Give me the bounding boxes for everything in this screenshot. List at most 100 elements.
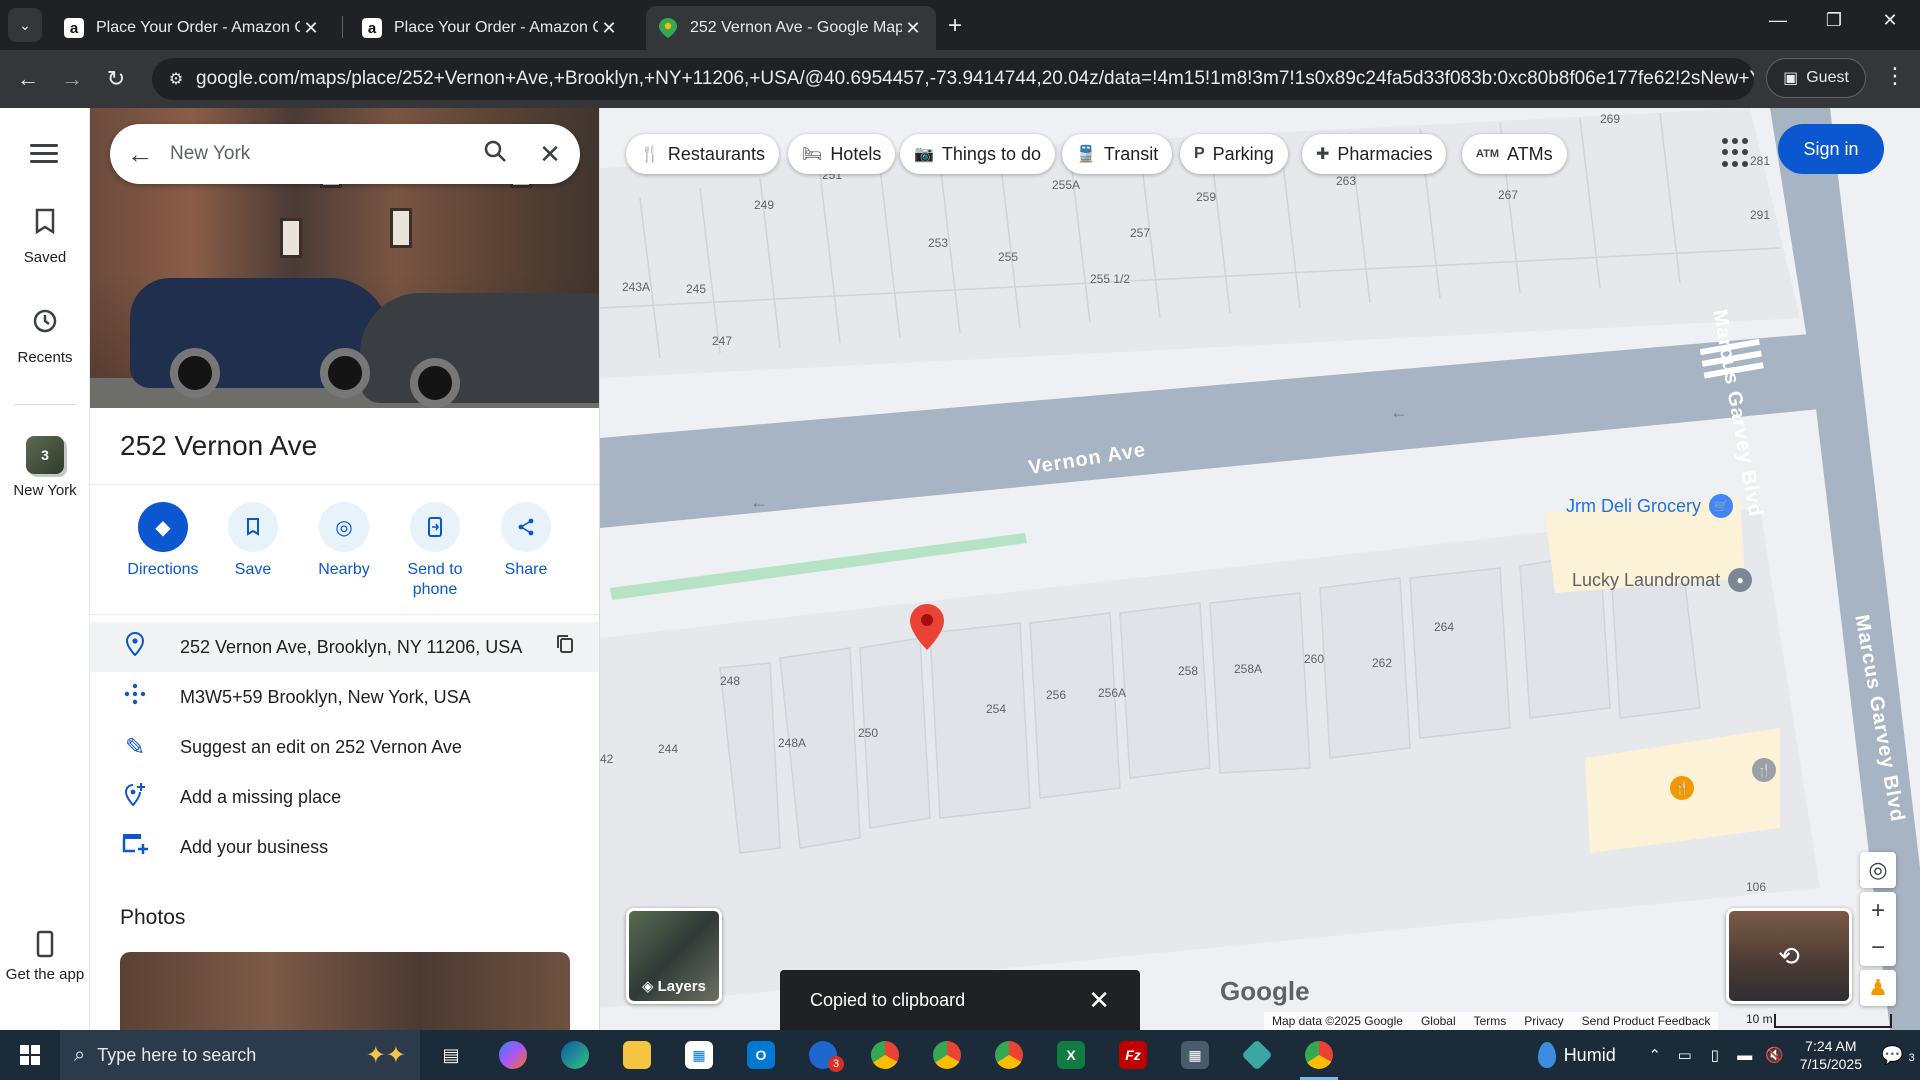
outlook-app[interactable]: O	[730, 1030, 792, 1080]
place-marker-pin[interactable]	[910, 604, 944, 650]
poi-jrm-deli-grocery[interactable]: Jrm Deli Grocery 🛒	[1566, 494, 1734, 518]
rail-item-get-app[interactable]: Get the app	[0, 930, 90, 984]
chip-atms[interactable]: ATM ATMs	[1462, 134, 1567, 174]
poi-restaurant-gray[interactable]: 🍴	[1752, 758, 1776, 782]
terms-link[interactable]: Terms	[1474, 1014, 1507, 1028]
plus-code-row[interactable]: M3W5+59 Brooklyn, New York, USA	[90, 672, 599, 722]
rail-item-saved[interactable]: Saved	[0, 208, 90, 266]
layers-button[interactable]: ◈ Layers	[626, 908, 722, 1004]
privacy-link[interactable]: Privacy	[1524, 1014, 1563, 1028]
search-input[interactable]	[170, 143, 470, 165]
profile-button[interactable]: ▣ Guest	[1766, 58, 1866, 98]
tab-search-button[interactable]: ⌄	[8, 8, 42, 42]
copy-icon[interactable]	[530, 634, 599, 660]
send-to-phone-button[interactable]: Send to phone	[390, 502, 480, 600]
chip-parking[interactable]: P Parking	[1180, 134, 1288, 174]
street-view-thumbnail[interactable]: ⟲	[1726, 908, 1852, 1004]
scale-label[interactable]: 10 m	[1746, 1012, 1773, 1026]
browser-tab-amazon-2[interactable]: a Place Your Order - Amazon Checkout ✕	[350, 6, 632, 50]
url-text[interactable]: google.com/maps/place/252+Vernon+Ave,+Br…	[196, 68, 1754, 90]
suggest-edit-row[interactable]: ✎ Suggest an edit on 252 Vernon Ave	[90, 722, 599, 772]
rail-item-recent-place[interactable]: 3 New York	[0, 436, 90, 499]
address-bar[interactable]: ⚙ google.com/maps/place/252+Vernon+Ave,+…	[152, 58, 1754, 100]
device-icon[interactable]: ▯	[1700, 1046, 1730, 1064]
sign-in-button[interactable]: Sign in	[1778, 124, 1884, 174]
start-button[interactable]	[0, 1030, 60, 1080]
filezilla-app[interactable]: Fz	[1102, 1030, 1164, 1080]
taskbar-search-box[interactable]: ⌕ Type here to search ✦✦	[60, 1030, 420, 1080]
my-location-button[interactable]: ◎	[1860, 852, 1896, 888]
map-canvas[interactable]: ← ← Vernon Ave Marcus Garvey Blvd Marcus…	[600, 108, 1920, 1030]
generic-app[interactable]	[1226, 1030, 1288, 1080]
forward-button[interactable]: →	[56, 63, 88, 95]
back-arrow-icon[interactable]: ←	[110, 139, 170, 170]
zoom-out-button[interactable]: −	[1860, 929, 1896, 966]
poi-restaurant[interactable]: 🍴	[1670, 776, 1694, 800]
google-apps-icon[interactable]	[1722, 138, 1752, 168]
chrome-active-app[interactable]	[1288, 1030, 1350, 1080]
close-tab-icon[interactable]: ✕	[598, 18, 620, 39]
global-link[interactable]: Global	[1421, 1014, 1456, 1028]
clock[interactable]: 7:24 AM 7/15/2025	[1800, 1037, 1862, 1073]
nearby-icon: ◎	[319, 502, 369, 552]
calculator-app[interactable]: ▦	[1164, 1030, 1226, 1080]
pegman-button[interactable]: ♟	[1860, 970, 1896, 1006]
close-tab-icon[interactable]: ✕	[902, 18, 924, 39]
chip-transit[interactable]: 🚆 Transit	[1062, 134, 1173, 174]
chrome-profile-2[interactable]	[916, 1030, 978, 1080]
search-box: ← ✕	[110, 124, 580, 184]
close-icon[interactable]: ✕	[1088, 985, 1110, 1016]
house-number: 256A	[1098, 686, 1127, 700]
add-business-row[interactable]: Add your business	[90, 822, 599, 872]
close-icon[interactable]: ✕	[520, 139, 580, 170]
address-row[interactable]: 252 Vernon Ave, Brooklyn, NY 11206, USA	[90, 622, 599, 672]
chrome-icon	[933, 1041, 961, 1069]
bed-icon: 🛏	[802, 146, 823, 163]
directions-button[interactable]: ◆ Directions	[118, 502, 208, 580]
close-window-button[interactable]: ✕	[1870, 10, 1910, 38]
chevron-up-icon[interactable]: ⌃	[1640, 1046, 1670, 1064]
feedback-link[interactable]: Send Product Feedback	[1582, 1014, 1711, 1028]
chip-things-to-do[interactable]: 📷 Things to do	[900, 134, 1055, 174]
file-explorer-app[interactable]	[606, 1030, 668, 1080]
rail-item-recents[interactable]: Recents	[0, 308, 90, 366]
poi-lucky-laundromat[interactable]: Lucky Laundromat ●	[1572, 568, 1753, 592]
battery-icon[interactable]: ▬	[1730, 1047, 1760, 1064]
copilot-app[interactable]	[482, 1030, 544, 1080]
close-tab-icon[interactable]: ✕	[300, 18, 322, 39]
search-icon[interactable]	[470, 139, 520, 169]
amazon-favicon-icon: a	[362, 18, 382, 38]
speaker-muted-icon[interactable]: 🔇	[1760, 1046, 1790, 1064]
zoom-in-button[interactable]: +	[1860, 892, 1896, 929]
photo-thumbnail[interactable]	[120, 952, 570, 1030]
task-view-button[interactable]: ▤	[420, 1030, 482, 1080]
add-missing-place-row[interactable]: Add a missing place	[90, 772, 599, 822]
chip-hotels[interactable]: 🛏 Hotels	[788, 134, 896, 174]
edge-app[interactable]	[544, 1030, 606, 1080]
chrome-profile-1[interactable]	[854, 1030, 916, 1080]
filezilla-icon: Fz	[1119, 1041, 1147, 1069]
notifications-button[interactable]: 💬 3	[1876, 1045, 1920, 1066]
minimize-button[interactable]: —	[1758, 10, 1798, 38]
browser-tab-maps[interactable]: 252 Vernon Ave - Google Maps ✕	[646, 6, 936, 50]
new-tab-button[interactable]: +	[948, 12, 962, 40]
weather-widget[interactable]: Humid	[1537, 1042, 1616, 1068]
excel-app[interactable]: X	[1040, 1030, 1102, 1080]
store-app[interactable]: ▦	[668, 1030, 730, 1080]
share-button[interactable]: Share	[481, 502, 571, 580]
chrome-profile-3[interactable]	[978, 1030, 1040, 1080]
menu-icon[interactable]	[30, 144, 58, 164]
display-icon[interactable]: ▭	[1670, 1046, 1700, 1064]
restore-button[interactable]: ❐	[1814, 10, 1854, 38]
save-button[interactable]: Save	[208, 502, 298, 580]
chip-restaurants[interactable]: 🍴 Restaurants	[626, 134, 779, 174]
site-info-icon[interactable]: ⚙	[156, 69, 196, 89]
nearby-button[interactable]: ◎ Nearby	[299, 502, 389, 580]
calendar-app[interactable]: 3	[792, 1030, 854, 1080]
browser-tab-amazon-1[interactable]: a Place Your Order - Amazon Checkout ✕	[52, 6, 334, 50]
back-button[interactable]: ←	[12, 63, 44, 95]
chip-pharmacies[interactable]: ✚ Pharmacies	[1302, 134, 1447, 174]
action-label: Send to phone	[407, 561, 463, 598]
reload-button[interactable]: ↻	[100, 63, 132, 95]
browser-menu-icon[interactable]: ⋮	[1880, 63, 1910, 89]
